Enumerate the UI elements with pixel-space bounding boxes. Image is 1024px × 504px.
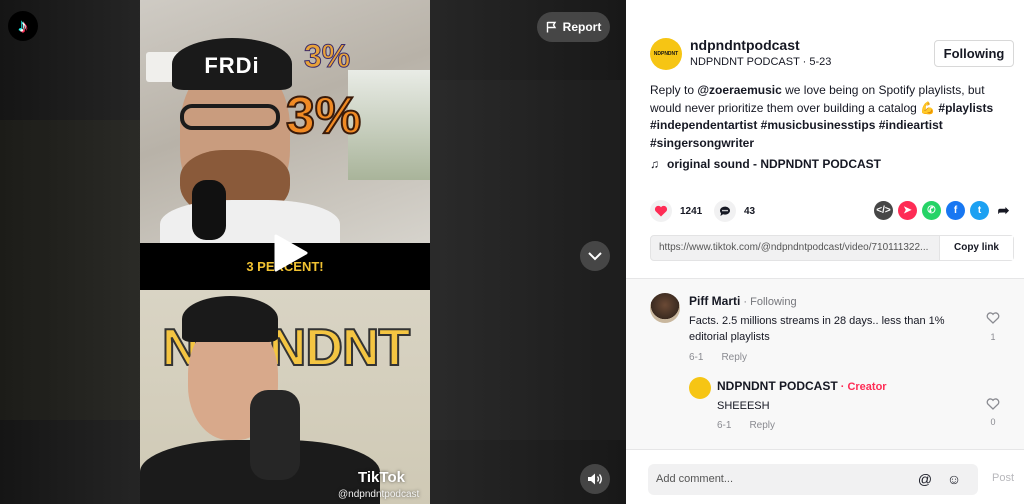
comment-like-count: 0 bbox=[990, 417, 996, 427]
author-subline: NDPNDNT PODCAST · 5-23 bbox=[690, 56, 832, 68]
heart-outline-icon[interactable] bbox=[986, 312, 1000, 324]
author-username[interactable]: ndpndntpodcast bbox=[690, 37, 800, 53]
watermark-handle: @ndpndntpodcast bbox=[338, 489, 420, 500]
comment-date: 6-1 bbox=[717, 420, 732, 431]
embed-icon[interactable]: </> bbox=[874, 201, 893, 220]
flag-icon bbox=[546, 21, 556, 33]
like-button[interactable]: 1241 bbox=[650, 200, 702, 222]
music-note-icon: ♫ bbox=[650, 157, 659, 171]
speaker-icon bbox=[588, 473, 602, 485]
comment-author[interactable]: Piff Marti · Following bbox=[689, 294, 797, 308]
next-video-button[interactable] bbox=[580, 241, 610, 271]
creator-avatar[interactable] bbox=[689, 377, 711, 399]
share-arrow-icon[interactable]: ➦ bbox=[994, 201, 1013, 220]
details-panel: NDPNDNT ndpndntpodcast NDPNDNT PODCAST ·… bbox=[626, 0, 1024, 504]
following-tag: · Following bbox=[740, 296, 797, 308]
comment-author-name: NDPNDNT PODCAST bbox=[717, 379, 838, 393]
speaker-glasses bbox=[180, 104, 280, 130]
following-button[interactable]: Following bbox=[934, 40, 1014, 67]
share-row: </> ➤ ✆ f t ➦ bbox=[874, 201, 1013, 220]
comment-author-name: Piff Marti bbox=[689, 294, 741, 308]
comment-bubble-icon bbox=[714, 200, 736, 222]
copy-link-button[interactable]: Copy link bbox=[939, 236, 1013, 260]
comment-button[interactable]: 43 bbox=[714, 200, 755, 222]
speaker-shirt bbox=[160, 200, 340, 243]
emoji-icon[interactable]: ☺ bbox=[945, 470, 963, 488]
chevron-down-icon bbox=[588, 251, 602, 260]
tiktok-watermark: TikTok bbox=[358, 469, 405, 486]
post-description: Reply to @zoeraemusic we love being on S… bbox=[650, 82, 1018, 152]
comment-list[interactable]: Piff Marti · Following Facts. 2.5 millio… bbox=[626, 279, 1024, 449]
desc-prefix: Reply to bbox=[650, 83, 698, 97]
heart-icon bbox=[650, 200, 672, 222]
speaker-cap: FRDi bbox=[172, 38, 292, 90]
microphone bbox=[192, 180, 226, 240]
play-icon[interactable] bbox=[272, 234, 308, 272]
volume-button[interactable] bbox=[580, 464, 610, 494]
post-button[interactable]: Post bbox=[992, 472, 1014, 484]
heart-outline-icon[interactable] bbox=[986, 398, 1000, 410]
video-url[interactable]: https://www.tiktok.com/@ndpndntpodcast/v… bbox=[651, 236, 939, 260]
comment-meta: 6-1 Reply bbox=[717, 420, 775, 431]
report-label: Report bbox=[562, 20, 602, 34]
mention-link[interactable]: @zoeraemusic bbox=[697, 83, 781, 97]
comment-author[interactable]: NDPNDNT PODCAST · Creator bbox=[717, 379, 887, 393]
twitter-icon[interactable]: t bbox=[970, 201, 989, 220]
comment-text: SHEEESH bbox=[717, 400, 770, 412]
comment-count: 43 bbox=[744, 205, 756, 217]
mention-at-icon[interactable]: @ bbox=[916, 470, 934, 488]
comment-text: Facts. 2.5 millions streams in 28 days..… bbox=[689, 315, 945, 343]
report-button[interactable]: Report bbox=[537, 12, 610, 42]
send-icon[interactable]: ➤ bbox=[898, 201, 917, 220]
facebook-icon[interactable]: f bbox=[946, 201, 965, 220]
sound-title: original sound - NDPNDNT PODCAST bbox=[667, 157, 881, 171]
host-microphone bbox=[250, 390, 300, 480]
whatsapp-icon[interactable]: ✆ bbox=[922, 201, 941, 220]
commenter-avatar[interactable] bbox=[650, 293, 680, 323]
like-count: 1241 bbox=[680, 205, 703, 217]
video-stage: ♪ FRDi 3% 3% 3 PERCENT! NDPNDNT TikTok @… bbox=[0, 0, 626, 504]
tiktok-logo-icon[interactable]: ♪ bbox=[8, 11, 38, 41]
comment-like-count: 1 bbox=[990, 332, 996, 342]
comment-composer: Add comment... @ ☺ Post bbox=[626, 449, 1024, 504]
overlay-percent-big: 3% bbox=[285, 86, 362, 146]
comment-date: 6-1 bbox=[689, 352, 704, 363]
comment-meta: 6-1 Reply bbox=[689, 352, 747, 363]
video-top-frame: FRDi 3% 3% bbox=[140, 0, 430, 243]
backdrop-shape bbox=[0, 120, 140, 420]
reply-button[interactable]: Reply bbox=[721, 352, 747, 363]
host-cap bbox=[182, 296, 278, 342]
author-avatar[interactable]: NDPNDNT bbox=[650, 38, 682, 70]
creator-tag: · Creator bbox=[837, 381, 887, 393]
link-box: https://www.tiktok.com/@ndpndntpodcast/v… bbox=[650, 235, 1014, 261]
overlay-percent-small: 3% bbox=[303, 38, 351, 75]
sound-link[interactable]: ♫ original sound - NDPNDNT PODCAST bbox=[650, 157, 881, 171]
reply-button[interactable]: Reply bbox=[749, 420, 775, 431]
